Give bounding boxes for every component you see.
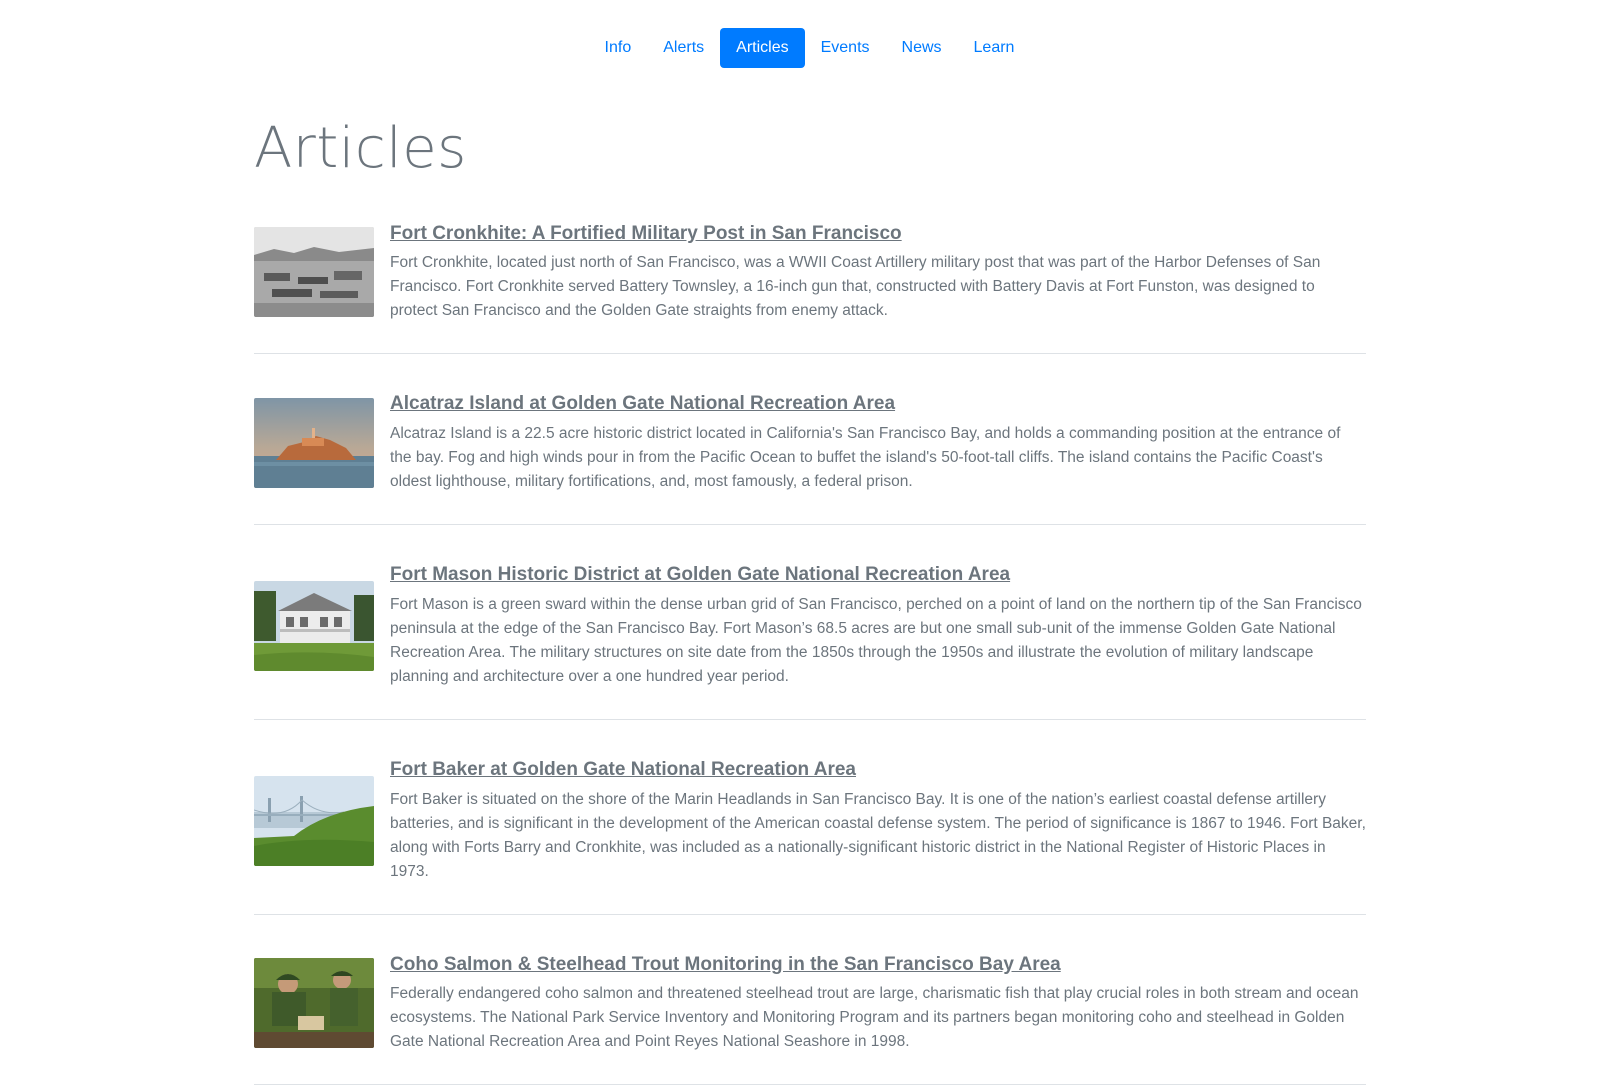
- military-post-photo: [254, 227, 374, 318]
- article-item: Fort Cronkhite: A Fortified Military Pos…: [254, 208, 1366, 355]
- articles-container: Articles Fort Cronkhite: A Fortified Mil…: [254, 118, 1366, 1085]
- article-summary: Alcatraz Island is a 22.5 acre historic …: [390, 425, 1341, 491]
- article-title-link[interactable]: Fort Mason Historic District at Golden G…: [390, 563, 1366, 587]
- nav-alerts[interactable]: Alerts: [647, 28, 720, 68]
- article-title-link[interactable]: Fort Cronkhite: A Fortified Military Pos…: [390, 222, 1366, 246]
- article-thumbnail[interactable]: [254, 958, 374, 1049]
- main-nav: Info Alerts Articles Events News Learn: [0, 28, 1619, 68]
- page-title: Articles: [254, 116, 467, 181]
- article-summary: Fort Cronkhite, located just north of Sa…: [390, 254, 1321, 320]
- nav-events[interactable]: Events: [805, 28, 886, 68]
- golden-gate-bridge-photo: [254, 775, 374, 866]
- alcatraz-island-photo: [254, 398, 374, 489]
- nav-articles[interactable]: Articles: [720, 28, 805, 68]
- article-item: Coho Salmon & Steelhead Trout Monitoring…: [254, 915, 1366, 1085]
- article-thumbnail[interactable]: [254, 580, 374, 671]
- article-title-link[interactable]: Alcatraz Island at Golden Gate National …: [390, 392, 1366, 416]
- article-summary: Fort Baker is situated on the shore of t…: [390, 790, 1366, 880]
- article-thumbnail[interactable]: [254, 227, 374, 318]
- fort-mason-house-photo: [254, 580, 374, 671]
- article-item: Fort Baker at Golden Gate National Recre…: [254, 720, 1366, 915]
- nav-news[interactable]: News: [886, 28, 958, 68]
- article-title-link[interactable]: Fort Baker at Golden Gate National Recre…: [390, 758, 1366, 782]
- fish-monitoring-photo: [254, 958, 374, 1049]
- article-summary: Fort Mason is a green sward within the d…: [390, 595, 1362, 685]
- nav-learn[interactable]: Learn: [958, 28, 1031, 68]
- nav-info[interactable]: Info: [589, 28, 648, 68]
- article-summary: Federally endangered coho salmon and thr…: [390, 985, 1359, 1051]
- article-thumbnail[interactable]: [254, 775, 374, 866]
- article-thumbnail[interactable]: [254, 398, 374, 489]
- article-item: Fort Mason Historic District at Golden G…: [254, 525, 1366, 720]
- article-item: Alcatraz Island at Golden Gate National …: [254, 354, 1366, 526]
- article-title-link[interactable]: Coho Salmon & Steelhead Trout Monitoring…: [390, 953, 1366, 977]
